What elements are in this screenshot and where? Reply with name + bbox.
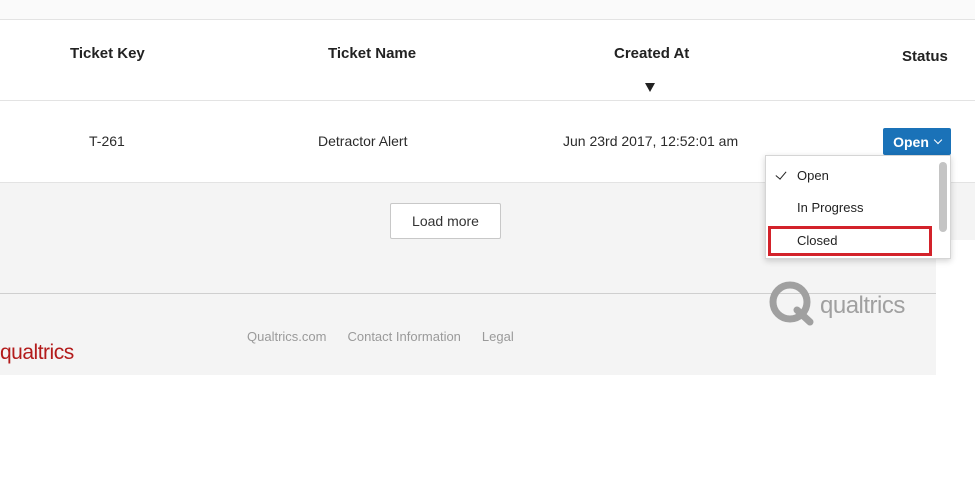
column-header-status[interactable]: Status xyxy=(902,48,948,65)
status-option-closed[interactable]: Closed xyxy=(768,226,932,256)
page-footer: qualtrics Qualtrics.com Contact Informat… xyxy=(0,281,936,375)
column-header-created-at[interactable]: Created At xyxy=(614,45,689,62)
status-dropdown-menu: Open In Progress Closed xyxy=(765,155,951,259)
qualtrics-logo: qualtrics xyxy=(768,280,905,328)
status-dropdown-button[interactable]: Open xyxy=(883,128,951,155)
footer-link-legal[interactable]: Legal xyxy=(482,329,514,344)
status-dropdown-label: Open xyxy=(893,133,929,150)
footer-links: Qualtrics.com Contact Information Legal xyxy=(247,329,514,344)
column-header-ticket-key[interactable]: Ticket Key xyxy=(70,45,145,62)
status-option-label: In Progress xyxy=(797,200,864,215)
load-more-button[interactable]: Load more xyxy=(390,203,501,239)
cell-created-at: Jun 23rd 2017, 12:52:01 am xyxy=(563,133,739,149)
status-option-in-progress[interactable]: In Progress xyxy=(766,193,936,223)
logo-wordmark: qualtrics xyxy=(820,292,905,319)
qualtrics-logo-icon xyxy=(769,281,814,326)
table-header-row: Ticket Key Ticket Name Created At Status xyxy=(0,20,975,101)
chevron-down-icon xyxy=(933,135,943,144)
top-strip xyxy=(0,0,975,20)
brand-wordmark[interactable]: qualtrics xyxy=(0,341,74,365)
cell-ticket-name: Detractor Alert xyxy=(318,133,408,149)
footer-link-qualtrics-com[interactable]: Qualtrics.com xyxy=(247,329,326,344)
cell-ticket-key: T-261 xyxy=(89,133,125,149)
sort-desc-icon[interactable] xyxy=(645,83,655,92)
dropdown-scrollbar[interactable] xyxy=(939,162,947,232)
column-header-ticket-name[interactable]: Ticket Name xyxy=(328,45,416,62)
status-option-label: Open xyxy=(797,168,829,183)
status-option-open[interactable]: Open xyxy=(766,161,936,191)
footer-link-contact-information[interactable]: Contact Information xyxy=(347,329,460,344)
checkmark-icon xyxy=(775,168,787,180)
status-option-label: Closed xyxy=(797,233,838,248)
